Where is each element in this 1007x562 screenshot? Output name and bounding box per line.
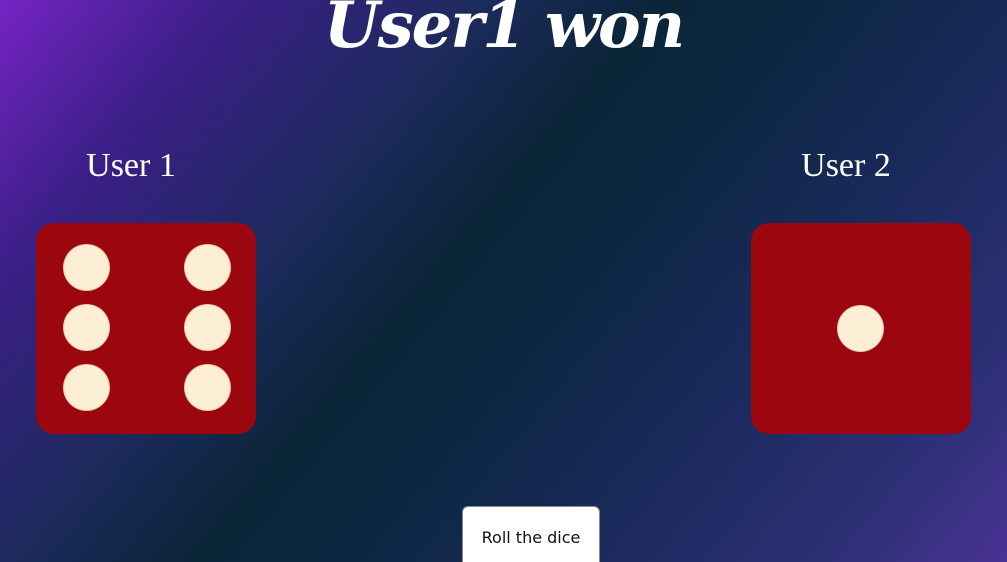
die-pip xyxy=(185,305,230,350)
result-title: User1 won xyxy=(323,0,685,63)
roll-dice-button[interactable]: Roll the dice xyxy=(462,506,600,562)
die-pip-faint xyxy=(779,365,824,410)
die-pip xyxy=(64,305,109,350)
player-2-panel: User 2 xyxy=(751,140,971,434)
die-pip-faint xyxy=(901,245,946,290)
die-pip xyxy=(838,306,883,351)
player-1-panel: User 1 xyxy=(36,140,256,434)
player-1-die xyxy=(36,223,256,434)
die-pip xyxy=(185,365,230,410)
player-1-label: User 1 xyxy=(86,147,176,184)
die-pip xyxy=(64,245,109,290)
die-pip xyxy=(64,365,109,410)
player-2-die xyxy=(751,223,971,434)
player-2-label: User 2 xyxy=(801,147,891,184)
die-pip xyxy=(185,245,230,290)
